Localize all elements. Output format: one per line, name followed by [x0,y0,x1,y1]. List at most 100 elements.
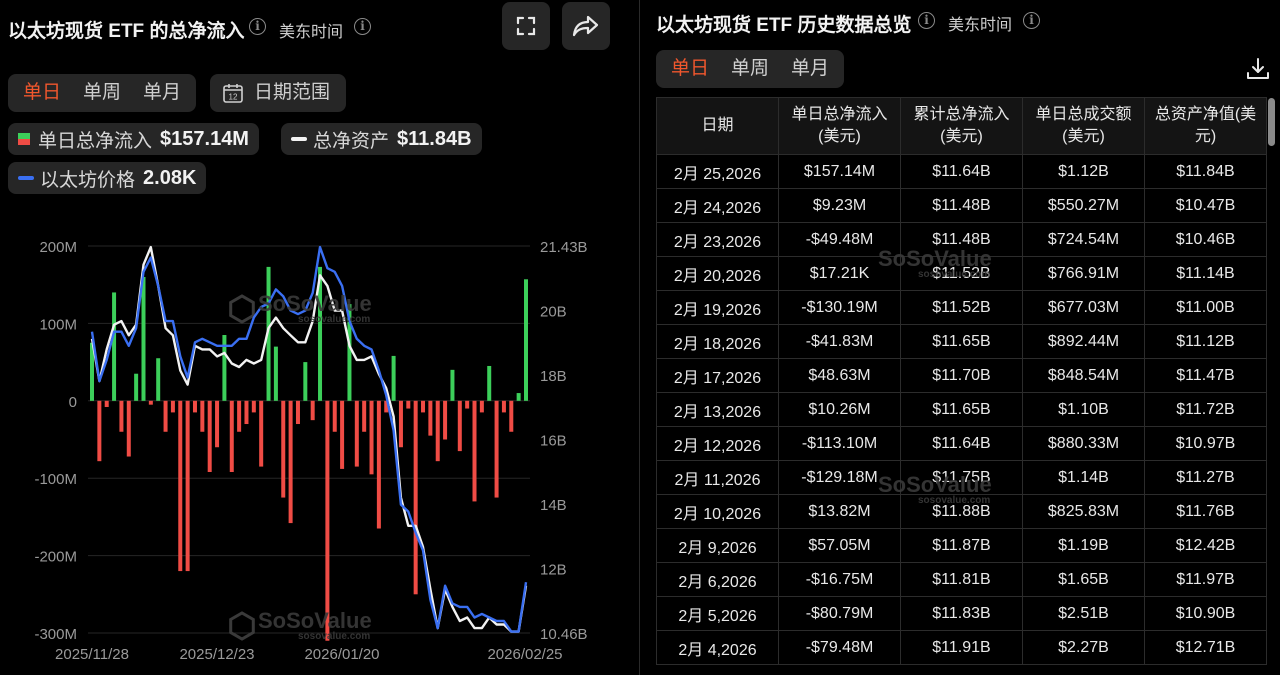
cell-nav: $12.71B [1144,630,1267,665]
calendar-day: 12 [229,93,238,102]
cell-cumulative-inflow: $11.64B [900,154,1023,189]
inflow-bar-negative [443,400,448,440]
legend-daily-inflow[interactable]: 单日总净流入 $157.14M [8,123,259,155]
cell-date: 2月 5,2026 [656,596,779,631]
inflow-bar-negative [369,400,374,475]
table-row[interactable]: 2月 5,2026 -$80.79M $11.83B $2.51B $10.90B [656,596,1267,631]
cell-daily-inflow: -$16.75M [778,562,901,597]
inflow-bar-negative [332,400,337,432]
table-row[interactable]: 2月 9,2026 $57.05M $11.87B $1.19B $12.42B [656,528,1267,563]
table-row[interactable]: 2月 12,2026 -$113.10M $11.64B $880.33M $10.97… [656,426,1267,461]
inflow-bar-positive [487,365,492,401]
inflow-bar-negative [207,400,212,473]
inflow-bar-negative [457,400,462,452]
cell-cumulative-inflow: $11.48B [900,188,1023,223]
legend-net-assets[interactable]: 总净资产 $11.84B [281,123,482,155]
watermark-table-bottom: SoSoValue sosovalue.com [878,472,992,506]
y-left-tick-label: 100M [39,316,77,333]
table-title: 以太坊现货 ETF 历史数据总览 [656,15,912,36]
inflow-bar-negative [494,400,499,498]
inflow-bar-negative [237,400,242,432]
cell-volume: $1.12B [1022,154,1145,189]
cell-volume: $1.10B [1022,392,1145,427]
table-scrollbar[interactable] [1268,98,1275,146]
inflow-bar-positive [141,276,146,401]
y-right-tick-label: 16B [540,433,567,450]
timezone-label: 美东时间 [279,24,344,41]
inflow-bar-negative [362,400,367,432]
legend-net-assets-value: $11.84B [397,127,472,150]
cell-daily-inflow: $9.23M [778,188,901,223]
table-row[interactable]: 2月 19,2026 -$130.19M $11.52B $677.03M $11.00… [656,290,1267,325]
table-row[interactable]: 2月 4,2026 -$79.48M $11.91B $2.27B $12.71B [656,630,1267,665]
table-tab-weekly[interactable]: 单周 [720,50,780,88]
inflow-bar-negative [398,400,403,448]
cell-volume: $2.51B [1022,596,1145,631]
cell-date: 2月 19,2026 [656,290,779,325]
x-tick-label: 2025/12/23 [179,646,254,663]
table-tab-daily[interactable]: 单日 [660,50,720,88]
panel-divider [639,0,640,675]
x-tick-label: 2026/02/25 [487,646,562,663]
cell-date: 2月 25,2026 [656,154,779,189]
column-header-cumulative-inflow[interactable]: 累计总净流入(美元) [900,97,1023,155]
column-header-nav[interactable]: 总资产净值(美元) [1144,97,1267,155]
cell-nav: $11.76B [1144,494,1267,529]
cell-daily-inflow: $57.05M [778,528,901,563]
cell-daily-inflow: -$79.48M [778,630,901,665]
download-button[interactable] [1244,55,1272,83]
cell-cumulative-inflow: $11.91B [900,630,1023,665]
column-header-volume[interactable]: 单日总成交额(美元) [1022,97,1145,155]
table-tab-monthly[interactable]: 单月 [780,50,840,88]
cell-nav: $11.14B [1144,256,1267,291]
column-header-daily-inflow[interactable]: 单日总净流入(美元) [778,97,901,155]
table-row[interactable]: 2月 13,2026 $10.26M $11.65B $1.10B $11.72B [656,392,1267,427]
cell-volume: $825.83M [1022,494,1145,529]
tab-weekly[interactable]: 单周 [72,74,132,112]
y-left-tick-label: -100M [34,471,77,488]
table-timezone-info-icon[interactable]: i [1023,12,1040,29]
table-row[interactable]: 2月 18,2026 -$41.83M $11.65B $892.44M $11.12B [656,324,1267,359]
legend-eth-price[interactable]: 以太坊价格 2.08K [8,162,207,194]
fullscreen-button[interactable] [502,2,550,50]
legend-daily-inflow-value: $157.14M [160,127,249,150]
date-range-button[interactable]: 12 日期范围 [210,74,347,112]
inflow-bar-negative [259,400,264,467]
calendar-icon: 12 [223,84,243,103]
table-row[interactable]: 2月 17,2026 $48.63M $11.70B $848.54M $11.47B [656,358,1267,393]
y-right-tick-label: 14B [540,497,567,514]
tab-daily[interactable]: 单日 [12,74,72,112]
cell-date: 2月 11,2026 [656,460,779,495]
inflow-bar-positive [450,369,455,401]
cell-nav: $11.47B [1144,358,1267,393]
timezone-info-icon[interactable]: i [354,18,371,35]
table-row[interactable]: 2月 24,2026 $9.23M $11.48B $550.27M $10.47B [656,188,1267,223]
cell-cumulative-inflow: $11.64B [900,426,1023,461]
y-right-tick-label: 21.43B [540,239,588,256]
inflow-bar-positive [303,362,308,401]
cell-volume: $724.54M [1022,222,1145,257]
cell-nav: $11.84B [1144,154,1267,189]
table-row[interactable]: 2月 6,2026 -$16.75M $11.81B $1.65B $11.97B [656,562,1267,597]
table-row[interactable]: 2月 25,2026 $157.14M $11.64B $1.12B $11.84B [656,154,1267,189]
inflow-bar-negative [126,400,131,457]
cell-volume: $2.27B [1022,630,1145,665]
table-timezone-label: 美东时间 [948,17,1013,34]
table-header-row: 日期 单日总净流入(美元) 累计总净流入(美元) 单日总成交额(美元) 总资产净… [656,97,1267,155]
share-button[interactable] [562,2,610,50]
watermark-hexagon-icon [229,294,255,324]
inflow-bar-negative [192,400,197,413]
inflow-bar-negative [185,400,190,572]
cell-cumulative-inflow: $11.65B [900,392,1023,427]
cell-nav: $11.12B [1144,324,1267,359]
column-header-date[interactable]: 日期 [656,97,779,155]
table-period-tabs: 单日 单周 单月 [656,50,845,88]
y-left-tick-label: -300M [34,626,77,643]
watermark-logo [229,294,255,641]
table-info-icon[interactable]: i [918,12,935,29]
tab-monthly[interactable]: 单月 [132,74,192,112]
inflow-bar-negative [148,400,153,405]
inflow-bar-negative [340,400,345,469]
legend-daily-inflow-label: 单日总净流入 [38,130,153,152]
info-icon[interactable]: i [249,18,266,35]
